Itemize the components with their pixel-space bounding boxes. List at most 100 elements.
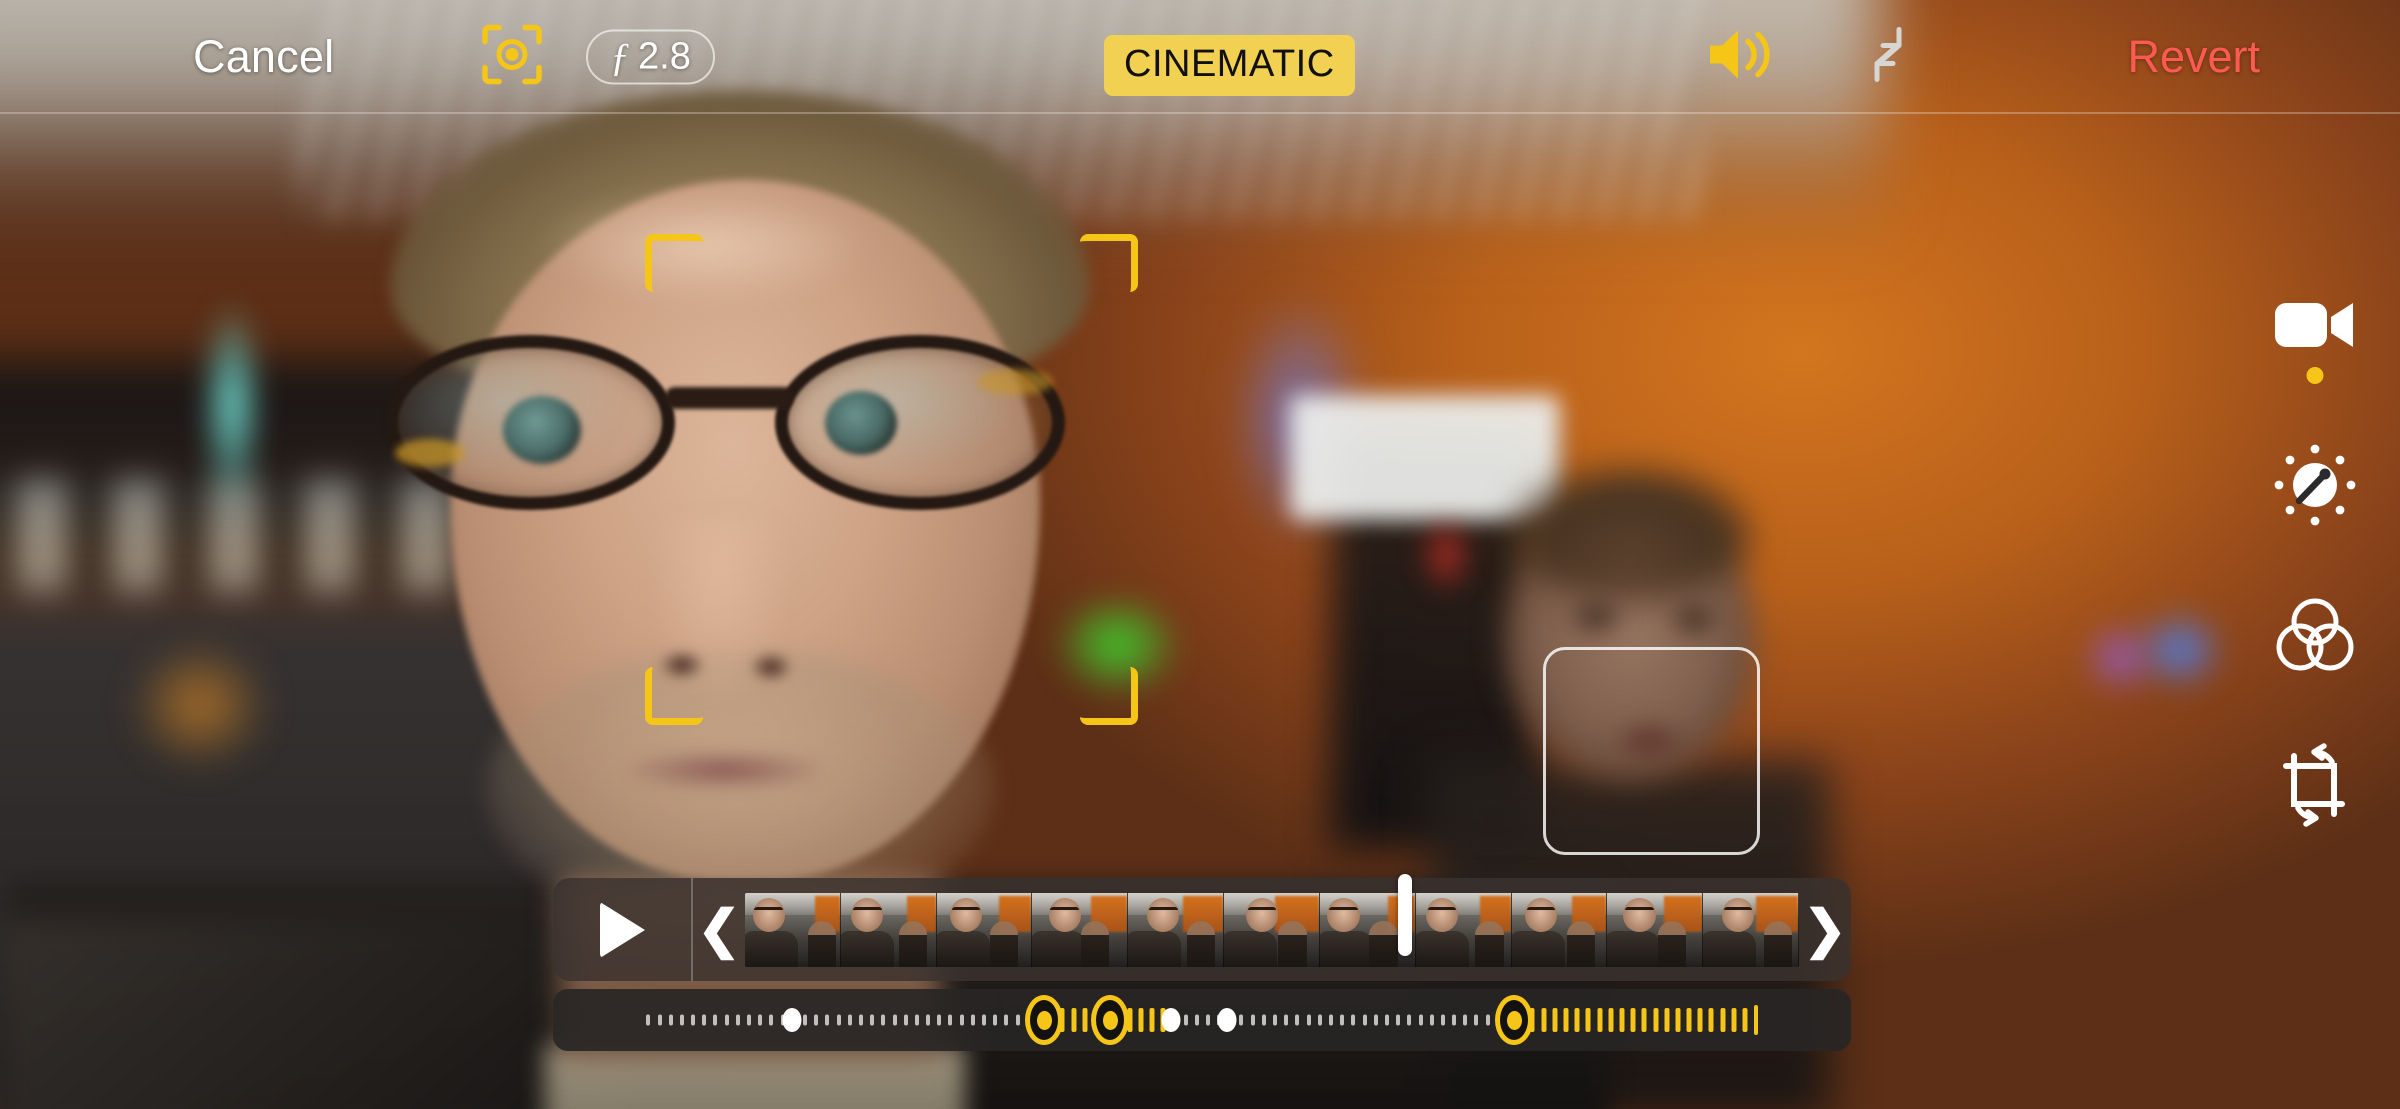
cancel-button[interactable]: Cancel [193, 31, 334, 83]
filmstrip-frame[interactable] [1032, 892, 1129, 967]
filmstrip-frame[interactable] [1415, 892, 1512, 967]
video-scrubber-bar[interactable]: ❮ ❯ [553, 874, 1851, 981]
subject-lips [630, 750, 820, 790]
focus-keyframe-track[interactable] [553, 989, 1851, 1051]
frame-subject-body [1128, 930, 1182, 967]
focus-tick-active [1071, 1008, 1077, 1032]
focus-point-4[interactable] [1217, 1008, 1237, 1032]
focus-tick [982, 1014, 987, 1026]
frame-subject-glasses [1723, 907, 1753, 917]
edit-tools-toolbar [2230, 270, 2400, 840]
filmstrip-frame[interactable] [1607, 892, 1704, 967]
focus-tick [1261, 1014, 1266, 1026]
subject-iris-left [503, 396, 581, 464]
subject-glasses [385, 335, 1065, 515]
speaker-wave-icon[interactable] [1706, 25, 1776, 88]
focus-tick [1373, 1014, 1378, 1026]
frame-subject-glasses [1428, 907, 1457, 917]
cinematic-editor-screen: Cancel ƒ 2.8 CINEMATIC Revert ❮ ❯ [0, 0, 2400, 1109]
focus-tick [1396, 1014, 1401, 1026]
focus-tick [881, 1014, 886, 1026]
revert-button[interactable]: Revert [2127, 31, 2260, 83]
trim-region[interactable]: ❮ ❯ [693, 874, 1851, 981]
filmstrip-frame[interactable] [1703, 892, 1799, 967]
frame-background-person [1187, 920, 1216, 967]
focus-tick [814, 1014, 819, 1026]
focus-tick [713, 1014, 718, 1026]
aperture-button[interactable]: ƒ 2.8 [586, 29, 715, 84]
sidebar-item-adjust[interactable] [2260, 430, 2370, 540]
focus-tick-active [1686, 1008, 1692, 1032]
frame-subject-glasses [1329, 907, 1358, 917]
keyframe-center-dot [1102, 1010, 1118, 1030]
focus-tick [1418, 1014, 1423, 1026]
filmstrip-frame[interactable] [840, 892, 937, 967]
filmstrip-frame[interactable] [745, 892, 841, 967]
focus-point-3[interactable] [1161, 1008, 1181, 1032]
frame-subject-glasses [1050, 907, 1079, 917]
cinematic-focus-icon[interactable] [481, 23, 543, 90]
focus-tick [892, 1014, 897, 1026]
focus-keyframe-track-inner[interactable] [553, 989, 1851, 1051]
focus-tick [1250, 1014, 1255, 1026]
focus-keyframe-1[interactable] [1025, 995, 1064, 1045]
background-face-detection-box[interactable] [1543, 647, 1760, 855]
filmstrip-frame[interactable] [936, 892, 1033, 967]
focus-point-start[interactable] [782, 1008, 802, 1032]
focus-tick-active [1675, 1008, 1681, 1032]
glasses-lens-left [385, 335, 675, 510]
focus-tick [1205, 1014, 1210, 1026]
filmstrip-frame[interactable] [1128, 892, 1225, 967]
trim-handle-right-icon[interactable]: ❯ [1799, 904, 1851, 956]
focus-tick [1273, 1014, 1278, 1026]
focus-tick [1328, 1014, 1333, 1026]
arrows-collapse-icon[interactable] [1855, 21, 1921, 92]
frame-subject-glasses [1247, 907, 1277, 917]
focus-tick [1340, 1014, 1345, 1026]
frame-subject-glasses [951, 907, 981, 917]
trim-handle-left-icon[interactable]: ❮ [693, 904, 745, 956]
glasses-bridge [665, 387, 793, 409]
sidebar-item-video-trim[interactable] [2260, 270, 2370, 384]
cinematic-mode-badge[interactable]: CINEMATIC [1104, 35, 1355, 96]
focus-tick [937, 1014, 942, 1026]
focus-tick [1183, 1014, 1188, 1026]
glasses-tortoise-accent-right [977, 369, 1053, 395]
focus-tick-active [1552, 1008, 1558, 1032]
focus-tick [1407, 1014, 1412, 1026]
focus-tick-active [1653, 1008, 1659, 1032]
focus-tick [646, 1014, 651, 1026]
focus-tick [1384, 1014, 1389, 1026]
focus-tick [1474, 1014, 1479, 1026]
sidebar-item-crop[interactable] [2260, 730, 2370, 840]
focus-tick-active [1664, 1008, 1670, 1032]
focus-keyframe-2[interactable] [1091, 995, 1130, 1045]
playhead-handle[interactable] [1398, 874, 1413, 956]
frame-subject-body [936, 930, 990, 967]
background-person-hair [1510, 470, 1750, 600]
focus-tick [758, 1014, 763, 1026]
top-toolbar: Cancel ƒ 2.8 CINEMATIC Revert [0, 0, 2400, 113]
focus-tick [668, 1014, 673, 1026]
subject-forehead-highlight [540, 190, 870, 300]
focus-tick [747, 1014, 752, 1026]
filmstrip-frame[interactable] [1224, 892, 1320, 967]
focus-tick [1440, 1014, 1445, 1026]
frame-subject-body [745, 930, 799, 967]
filmstrip-frame[interactable] [1511, 892, 1608, 967]
subject-nostril-left [660, 650, 704, 680]
filmstrip-frames[interactable] [745, 892, 1799, 967]
focus-tick [1362, 1014, 1367, 1026]
focus-tick [836, 1014, 841, 1026]
frame-subject-glasses [853, 907, 882, 917]
focus-keyframe-5[interactable] [1495, 995, 1534, 1045]
frame-subject-body [1703, 930, 1757, 967]
sidebar-item-filters[interactable] [2260, 580, 2370, 690]
frame-subject-glasses [1526, 907, 1556, 917]
focus-tick [1463, 1014, 1468, 1026]
frame-background-person [1657, 920, 1687, 967]
play-button[interactable] [553, 878, 693, 981]
frame-background-person [1369, 920, 1398, 967]
focus-tick-active [1641, 1008, 1647, 1032]
frame-subject-body [1415, 930, 1469, 967]
